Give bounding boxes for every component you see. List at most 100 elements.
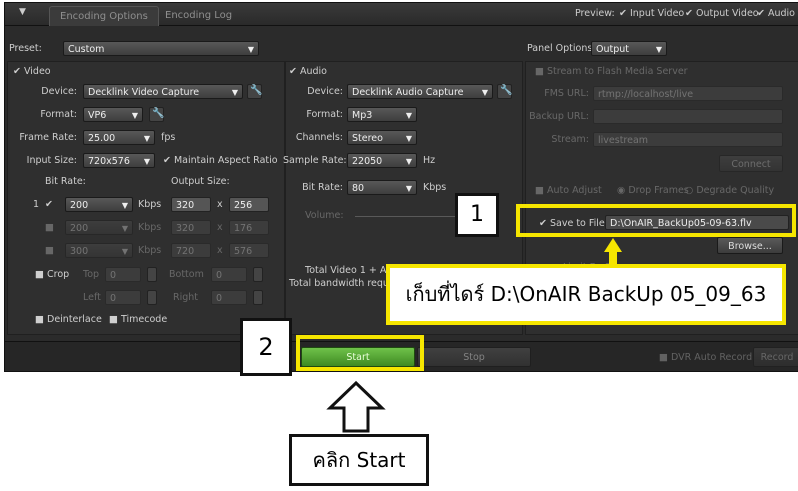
collapse-arrow-icon[interactable]: ▼ xyxy=(19,7,26,17)
video-device-select[interactable]: Decklink Video Capture ▼ xyxy=(83,84,243,99)
crop-bottom-field[interactable]: 0 xyxy=(211,267,247,282)
tab-encoding-options[interactable]: Encoding Options xyxy=(49,6,159,26)
audio-device-label: Device: xyxy=(307,86,343,97)
crop-right-stepper[interactable] xyxy=(253,290,263,305)
browse-button[interactable]: Browse... xyxy=(717,237,783,254)
channels-label: Channels: xyxy=(295,132,343,143)
crop-check[interactable]: ■ Crop xyxy=(35,269,69,280)
connect-button[interactable]: Connect xyxy=(719,155,783,172)
bitrate-row-check[interactable]: ■ xyxy=(45,245,54,256)
input-size-select[interactable]: 720x576 ▼ xyxy=(83,153,155,168)
chevron-down-icon: ▼ xyxy=(405,134,412,143)
output-height-field[interactable]: 176 xyxy=(229,220,269,235)
preset-value: Custom xyxy=(68,44,105,55)
crop-top-stepper[interactable] xyxy=(147,267,157,282)
dvr-auto-record-check[interactable]: ■ DVR Auto Record xyxy=(659,352,752,363)
audio-check[interactable]: ✔ Audio xyxy=(289,66,327,77)
video-bitrate-label: Bit Rate: xyxy=(45,176,86,187)
output-height-field[interactable]: 256 xyxy=(229,197,269,212)
preview-input-video-label: Input Video xyxy=(629,8,685,19)
frame-rate-select[interactable]: 25.00 ▼ xyxy=(83,130,155,145)
bitrate-row-check[interactable]: ✔ xyxy=(45,199,53,210)
video-format-value: VP6 xyxy=(88,110,107,121)
timecode-label: Timecode xyxy=(121,314,168,325)
preview-audio-check[interactable]: ✔ Audio xyxy=(757,8,795,19)
degrade-quality-label: Degrade Quality xyxy=(696,185,775,196)
video-format-select[interactable]: VP6 ▼ xyxy=(83,107,143,122)
panel-options-select[interactable]: Output ▼ xyxy=(591,41,667,56)
audio-title: Audio xyxy=(299,66,327,77)
chevron-down-icon: ▼ xyxy=(121,224,128,233)
bitrate-unit: Kbps xyxy=(138,222,162,233)
bitrate-unit: Kbps xyxy=(138,245,162,256)
crop-bottom-label: Bottom xyxy=(169,269,204,280)
preview-audio-label: Audio xyxy=(767,8,795,19)
panel-options-value: Output xyxy=(596,44,629,55)
crop-right-label: Right xyxy=(173,292,199,303)
auto-adjust-label: Auto Adjust xyxy=(547,185,602,196)
degrade-quality-radio[interactable]: ○ Degrade Quality xyxy=(685,185,774,196)
preset-select[interactable]: Custom ▼ xyxy=(63,41,259,56)
chevron-down-icon: ▼ xyxy=(481,88,488,97)
video-device-value: Decklink Video Capture xyxy=(88,87,200,98)
tab-encoding-log[interactable]: Encoding Log xyxy=(155,6,242,25)
audio-format-select[interactable]: Mp3 ▼ xyxy=(347,107,417,122)
stream-title: Stream to Flash Media Server xyxy=(547,66,688,77)
click-start-caption: คลิก Start xyxy=(289,434,429,486)
deinterlace-label: Deinterlace xyxy=(47,314,102,325)
bitrate-select[interactable]: 300 ▼ xyxy=(65,243,133,258)
up-outline-arrow-icon xyxy=(326,380,386,433)
output-width-field[interactable]: 320 xyxy=(171,220,211,235)
record-button[interactable]: Record xyxy=(753,347,798,367)
sample-rate-select[interactable]: 22050 ▼ xyxy=(347,153,417,168)
bitrate-select[interactable]: 200 ▼ xyxy=(65,197,133,212)
auto-adjust-check[interactable]: ■ Auto Adjust xyxy=(535,185,602,196)
backup-url-field[interactable] xyxy=(593,109,783,124)
step-1-marker: 1 xyxy=(455,193,499,237)
stop-button[interactable]: Stop xyxy=(417,347,531,367)
volume-slider[interactable] xyxy=(355,216,455,217)
crop-right-field[interactable]: 0 xyxy=(211,290,247,305)
audio-device-settings-wrench-icon[interactable]: 🔧 xyxy=(497,84,512,99)
chevron-down-icon: ▼ xyxy=(231,88,238,97)
bitrate-select[interactable]: 200 ▼ xyxy=(65,220,133,235)
crop-bottom-stepper[interactable] xyxy=(253,267,263,282)
output-width-field[interactable]: 720 xyxy=(171,243,211,258)
step-2-marker: 2 xyxy=(240,318,292,376)
timecode-check[interactable]: ■ Timecode xyxy=(109,314,167,325)
video-check[interactable]: ✔ Video xyxy=(13,66,51,77)
audio-device-select[interactable]: Decklink Audio Capture ▼ xyxy=(347,84,493,99)
stream-label: Stream: xyxy=(551,134,589,145)
output-size-label: Output Size: xyxy=(171,176,230,187)
stream-check[interactable]: ■ Stream to Flash Media Server xyxy=(535,66,688,77)
video-format-settings-wrench-icon[interactable]: 🔧 xyxy=(149,107,164,122)
output-width-field[interactable]: 320 xyxy=(171,197,211,212)
bitrate-row-check[interactable]: ■ xyxy=(45,222,54,233)
bitrate-value: 200 xyxy=(70,200,89,211)
preview-input-video-check[interactable]: ✔ Input Video xyxy=(619,8,684,19)
channels-select[interactable]: Stereo ▼ xyxy=(347,130,417,145)
video-format-label: Format: xyxy=(40,109,77,120)
audio-format-value: Mp3 xyxy=(352,110,373,121)
drop-frames-radio[interactable]: ◉ Drop Frames xyxy=(617,185,689,196)
crop-left-field[interactable]: 0 xyxy=(105,290,141,305)
maintain-aspect-label: Maintain Aspect Ratio xyxy=(173,155,278,166)
frame-rate-label: Frame Rate: xyxy=(19,132,77,143)
preview-output-video-check[interactable]: ✔ Output Video xyxy=(685,8,759,19)
maintain-aspect-check[interactable]: ✔ Maintain Aspect Ratio xyxy=(163,155,278,166)
fms-url-field[interactable]: rtmp://localhost/live xyxy=(593,86,783,101)
chevron-down-icon: ▼ xyxy=(655,45,662,54)
panel-options-label: Panel Options: xyxy=(527,43,596,54)
crop-top-field[interactable]: 0 xyxy=(105,267,141,282)
output-height-field[interactable]: 576 xyxy=(229,243,269,258)
preview-output-video-label: Output Video xyxy=(695,8,759,19)
deinterlace-check[interactable]: ■ Deinterlace xyxy=(35,314,102,325)
times-sign: x xyxy=(217,245,223,256)
audio-bitrate-select[interactable]: 80 ▼ xyxy=(347,180,417,195)
sample-rate-value: 22050 xyxy=(352,156,383,167)
crop-left-stepper[interactable] xyxy=(147,290,157,305)
video-device-settings-wrench-icon[interactable]: 🔧 xyxy=(247,84,262,99)
backup-url-label: Backup URL: xyxy=(529,111,589,122)
stream-name-field[interactable]: livestream xyxy=(593,132,783,147)
fps-label: fps xyxy=(161,132,176,143)
